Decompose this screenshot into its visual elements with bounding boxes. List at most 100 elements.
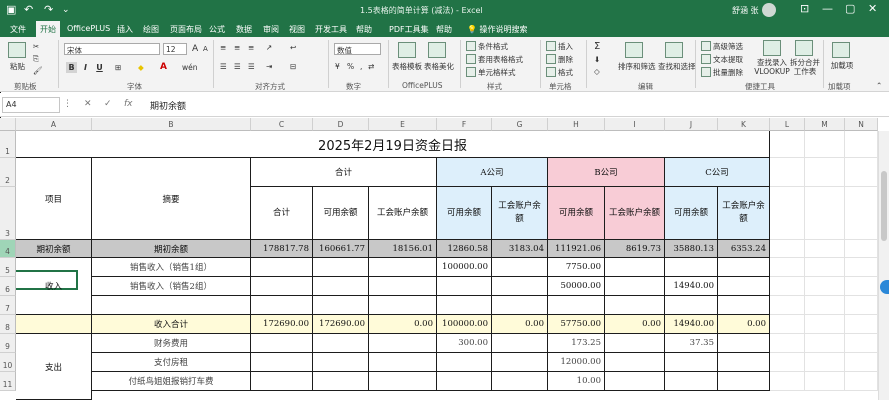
income-value[interactable]: 7750.00 — [548, 258, 605, 277]
subheader-cell[interactable]: 合计 — [251, 187, 313, 240]
expense-value[interactable] — [251, 353, 313, 372]
header-summary[interactable]: 摘要 — [92, 158, 251, 240]
empty-cell[interactable] — [770, 353, 805, 372]
empty-cell[interactable] — [770, 277, 805, 296]
row-header[interactable]: 3 — [0, 187, 16, 240]
close-button[interactable]: ✕ — [868, 2, 877, 15]
vertical-scrollbar[interactable] — [878, 131, 889, 400]
empty-cell[interactable] — [845, 353, 878, 372]
insert-cells-button[interactable]: 插入 — [546, 41, 573, 52]
empty-cell[interactable] — [770, 187, 805, 240]
income-label[interactable]: 收入 — [16, 258, 92, 315]
addins-button[interactable]: 加载项 — [830, 61, 854, 70]
expense-value[interactable]: 37.35 — [665, 334, 718, 353]
expense-value[interactable] — [492, 334, 548, 353]
underline-button[interactable]: U — [94, 62, 105, 73]
tab-help-2[interactable]: 帮助 — [436, 24, 452, 35]
row-header[interactable]: 8 — [0, 315, 16, 334]
empty-cell[interactable] — [805, 240, 845, 258]
income-value[interactable] — [251, 277, 313, 296]
income-value[interactable] — [369, 296, 437, 315]
font-size-select[interactable]: 12 — [163, 43, 187, 55]
expense-value[interactable] — [718, 372, 770, 391]
income-subtotal-value[interactable]: 57750.00 — [548, 315, 605, 334]
border-icon[interactable]: ⊞ — [115, 63, 121, 72]
lookup-icon[interactable] — [763, 40, 781, 56]
subheader-cell[interactable]: 可用余额 — [437, 187, 492, 240]
formula-input[interactable]: 期初余额 — [150, 99, 186, 112]
column-header[interactable]: M — [805, 118, 845, 131]
column-header[interactable]: A — [16, 118, 92, 131]
tab-help[interactable]: 帮助 — [356, 24, 372, 35]
avatar[interactable] — [762, 3, 776, 17]
empty-cell[interactable] — [805, 158, 845, 187]
minimize-button[interactable]: — — [822, 2, 833, 15]
expense-value[interactable] — [718, 334, 770, 353]
income-subtotal-value[interactable]: 0.00 — [605, 315, 665, 334]
expense-value[interactable] — [665, 372, 718, 391]
income-value[interactable] — [251, 258, 313, 277]
italic-button[interactable]: I — [80, 62, 91, 73]
empty-cell[interactable] — [770, 240, 805, 258]
table-beautify-button[interactable]: 表格美化 — [424, 61, 454, 72]
empty-cell[interactable] — [770, 334, 805, 353]
income-value[interactable] — [492, 258, 548, 277]
income-subtotal-value[interactable]: 0.00 — [369, 315, 437, 334]
number-format-select[interactable]: 数值 — [334, 43, 381, 55]
header-company-a[interactable]: A公司 — [437, 158, 548, 187]
header-company-c[interactable]: C公司 — [665, 158, 770, 187]
select-all-corner[interactable] — [0, 118, 16, 131]
tab-home[interactable]: 开始 — [36, 21, 60, 37]
expense-value[interactable] — [369, 372, 437, 391]
sort-filter-icon[interactable] — [625, 42, 643, 58]
confirm-entry-button[interactable]: ✓ — [104, 99, 112, 109]
opening-value[interactable]: 12860.58 — [437, 240, 492, 258]
name-box-dropdown-icon[interactable]: ⋮ — [63, 99, 72, 109]
column-header[interactable]: N — [845, 118, 878, 131]
autosum-button[interactable]: Σ — [594, 41, 600, 52]
opening-label[interactable]: 期初余额 — [16, 240, 92, 258]
subheader-cell[interactable]: 工会账户余额 — [605, 187, 665, 240]
income-value[interactable] — [313, 277, 369, 296]
save-icon[interactable]: ▣ — [6, 4, 16, 16]
income-value[interactable] — [251, 296, 313, 315]
table-beautify-icon[interactable] — [428, 42, 446, 58]
opening-value[interactable]: 111921.06 — [548, 240, 605, 258]
user-name[interactable]: 舒涵 张 — [732, 5, 759, 16]
cancel-entry-button[interactable]: ✕ — [84, 99, 92, 109]
opening-value[interactable]: 178817.78 — [251, 240, 313, 258]
column-header[interactable]: G — [492, 118, 548, 131]
subheader-cell[interactable]: 工会账户余额 — [369, 187, 437, 240]
empty-cell[interactable] — [770, 158, 805, 187]
cell-styles-button[interactable]: 单元格样式 — [466, 67, 516, 78]
column-header[interactable]: L — [770, 118, 805, 131]
expense-value[interactable] — [665, 353, 718, 372]
income-subtotal-value[interactable]: 14940.00 — [665, 315, 718, 334]
income-value[interactable] — [665, 258, 718, 277]
indent-icon[interactable]: ⇥ — [266, 62, 272, 71]
paste-button[interactable]: 粘贴 — [10, 61, 25, 72]
row-header[interactable]: 9 — [0, 334, 16, 353]
income-subtotal-value[interactable]: 0.00 — [718, 315, 770, 334]
empty-cell[interactable] — [805, 334, 845, 353]
restore-button[interactable]: ▢ — [845, 2, 855, 15]
text-extract-button[interactable]: 文本提取 — [701, 54, 743, 65]
empty-cell[interactable] — [845, 372, 878, 391]
column-header[interactable]: C — [251, 118, 313, 131]
empty-cell[interactable] — [845, 258, 878, 277]
income-summary[interactable]: 销售收入（销售2组） — [92, 277, 251, 296]
tab-developer[interactable]: 开发工具 — [315, 24, 347, 35]
empty-cell[interactable] — [770, 372, 805, 391]
income-summary[interactable]: 销售收入（销售1组） — [92, 258, 251, 277]
align-left-icon[interactable]: ☰ — [220, 62, 227, 71]
empty-cell[interactable] — [770, 296, 805, 315]
expense-value[interactable] — [718, 353, 770, 372]
column-header[interactable]: F — [437, 118, 492, 131]
income-value[interactable]: 14940.00 — [665, 277, 718, 296]
shrink-font-button[interactable]: A — [203, 45, 208, 53]
income-value[interactable] — [369, 258, 437, 277]
font-color-icon[interactable]: A — [160, 62, 167, 72]
tab-draw[interactable]: 绘图 — [143, 24, 159, 35]
column-header[interactable]: K — [718, 118, 770, 131]
income-value[interactable] — [718, 296, 770, 315]
